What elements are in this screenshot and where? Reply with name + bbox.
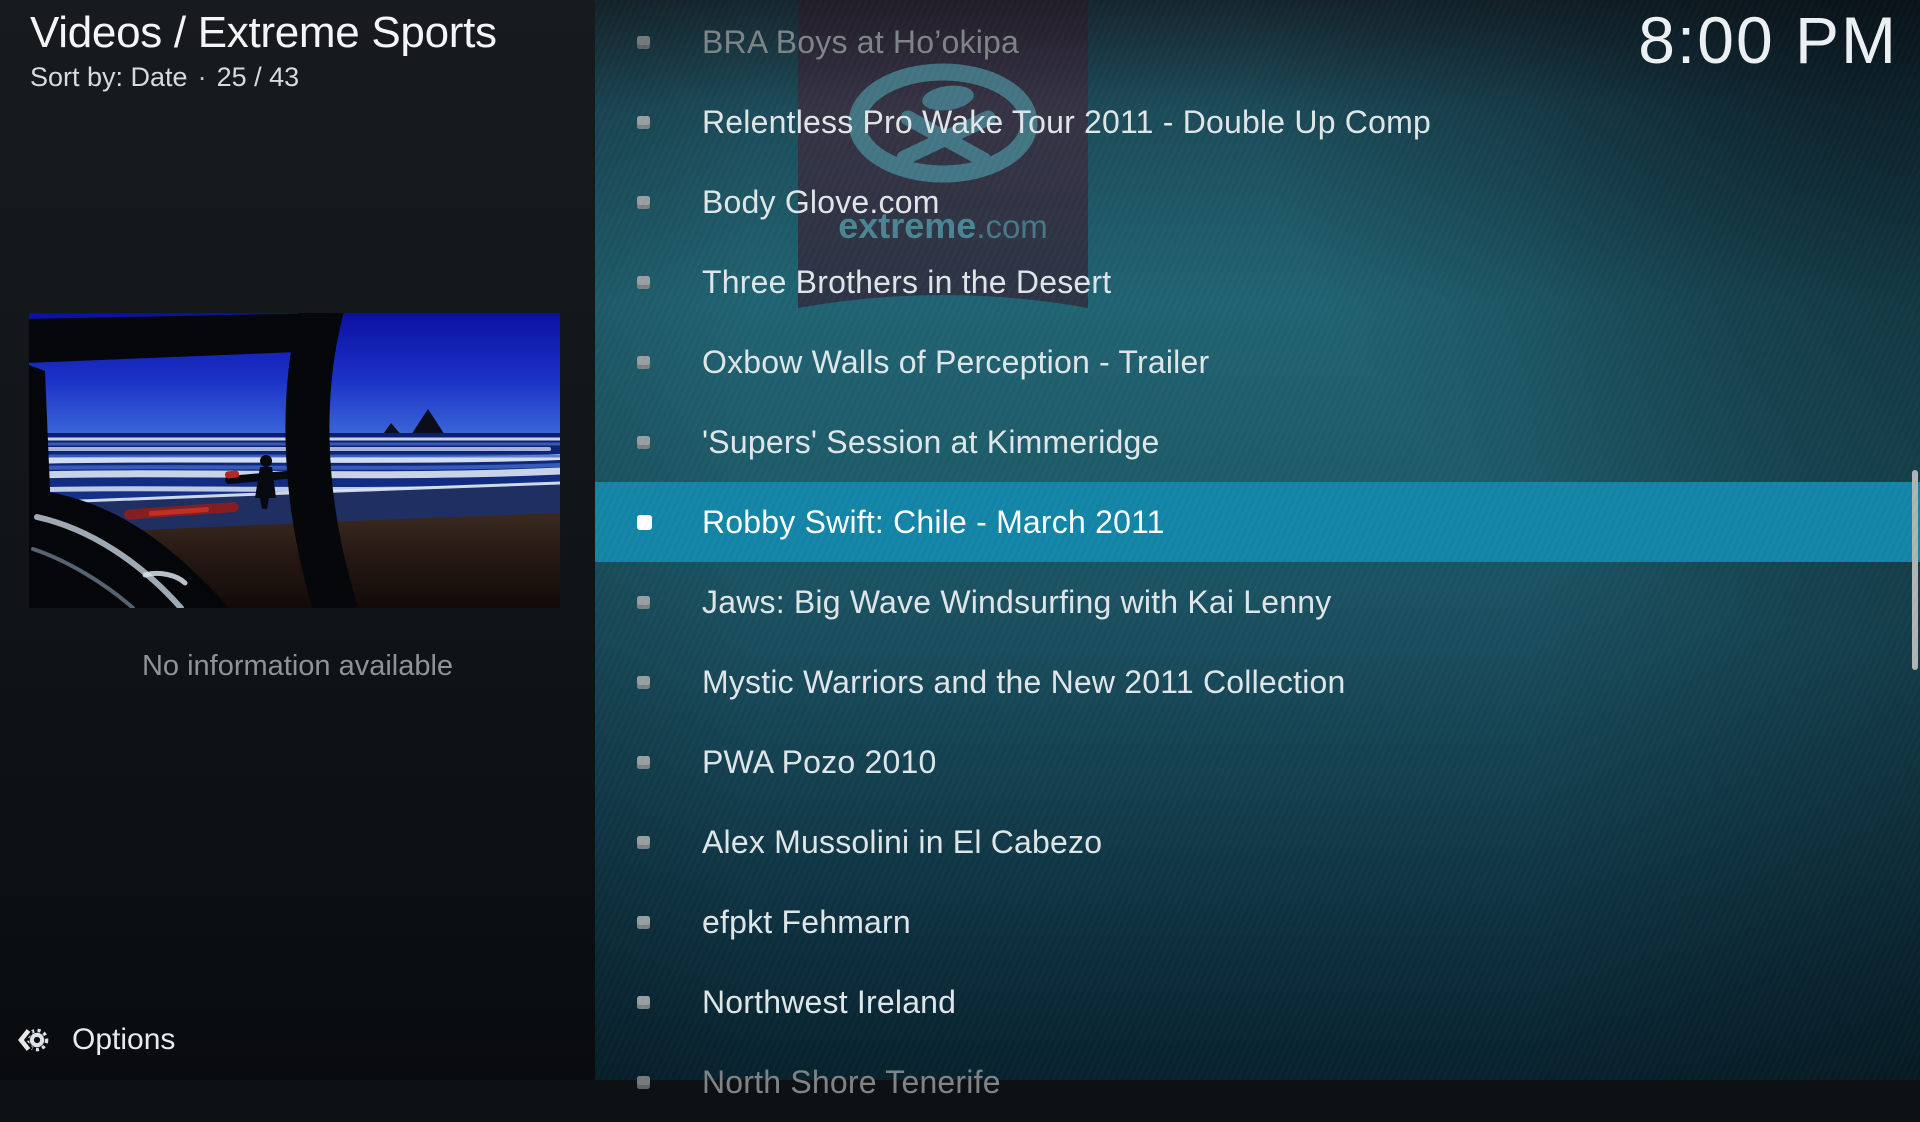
item-bullet-icon — [637, 356, 650, 369]
list-item[interactable]: efpkt Fehmarn — [595, 882, 1920, 962]
item-label: BRA Boys at Ho’okipa — [595, 24, 1019, 61]
list-item[interactable]: Jaws: Big Wave Windsurfing with Kai Lenn… — [595, 562, 1920, 642]
list-item[interactable]: Body Glove.com — [595, 162, 1920, 242]
list-item[interactable]: 'Supers' Session at Kimmeridge — [595, 402, 1920, 482]
page-title: Videos / Extreme Sports — [30, 8, 497, 58]
item-bullet-icon — [637, 436, 650, 449]
item-label: Mystic Warriors and the New 2011 Collect… — [595, 664, 1346, 701]
list-item[interactable]: PWA Pozo 2010 — [595, 722, 1920, 802]
item-label: 'Supers' Session at Kimmeridge — [595, 424, 1160, 461]
sort-status: Sort by: Date · 25 / 43 — [30, 62, 299, 93]
item-bullet-icon — [637, 515, 652, 530]
options-sidebar-icon — [15, 1022, 51, 1058]
item-bullet-icon — [637, 196, 650, 209]
scrollbar-thumb[interactable] — [1912, 470, 1918, 670]
item-label: North Shore Tenerife — [595, 1064, 1001, 1101]
media-list: BRA Boys at Ho’okipa Relentless Pro Wake … — [595, 2, 1920, 1122]
item-label: Three Brothers in the Desert — [595, 264, 1111, 301]
item-label: Jaws: Big Wave Windsurfing with Kai Lenn… — [595, 584, 1332, 621]
list-position-counter: 25 / 43 — [217, 62, 300, 92]
list-item[interactable]: North Shore Tenerife — [595, 1042, 1920, 1122]
list-item[interactable]: Mystic Warriors and the New 2011 Collect… — [595, 642, 1920, 722]
options-label: Options — [72, 1023, 175, 1057]
list-item[interactable]: Alex Mussolini in El Cabezo — [595, 802, 1920, 882]
list-item[interactable]: Northwest Ireland — [595, 962, 1920, 1042]
sort-by-label: Sort by: Date — [30, 62, 188, 92]
item-bullet-icon — [637, 916, 650, 929]
video-thumbnail — [29, 313, 560, 608]
item-bullet-icon — [637, 276, 650, 289]
item-label: Oxbow Walls of Perception - Trailer — [595, 344, 1209, 381]
no-information-text: No information available — [0, 650, 595, 683]
list-item[interactable]: Oxbow Walls of Perception - Trailer — [595, 322, 1920, 402]
kodi-video-list-screen: { "header": { "title": "Videos / Extreme… — [0, 0, 1920, 1080]
media-list-panel: extreme.com BRA Boys at Ho’okipaRelentle… — [595, 0, 1920, 1080]
separator-dot: · — [198, 62, 207, 92]
item-label: Robby Swift: Chile - March 2011 — [595, 504, 1165, 541]
list-item[interactable]: Robby Swift: Chile - March 2011 — [595, 482, 1920, 562]
item-bullet-icon — [637, 36, 650, 49]
list-item[interactable]: Three Brothers in the Desert — [595, 242, 1920, 322]
clock: 8:00 PM — [1638, 2, 1898, 78]
item-label: Relentless Pro Wake Tour 2011 - Double U… — [595, 104, 1431, 141]
item-label: Alex Mussolini in El Cabezo — [595, 824, 1102, 861]
item-bullet-icon — [637, 756, 650, 769]
item-bullet-icon — [637, 836, 650, 849]
item-bullet-icon — [637, 116, 650, 129]
info-panel: Videos / Extreme Sports Sort by: Date · 25… — [0, 0, 595, 1080]
thumbnail-art — [29, 313, 560, 608]
item-bullet-icon — [637, 596, 650, 609]
item-bullet-icon — [637, 676, 650, 689]
item-bullet-icon — [637, 1076, 650, 1089]
list-item[interactable]: Relentless Pro Wake Tour 2011 - Double U… — [595, 82, 1920, 162]
item-bullet-icon — [637, 996, 650, 1009]
options-button[interactable]: Options — [0, 1018, 595, 1068]
